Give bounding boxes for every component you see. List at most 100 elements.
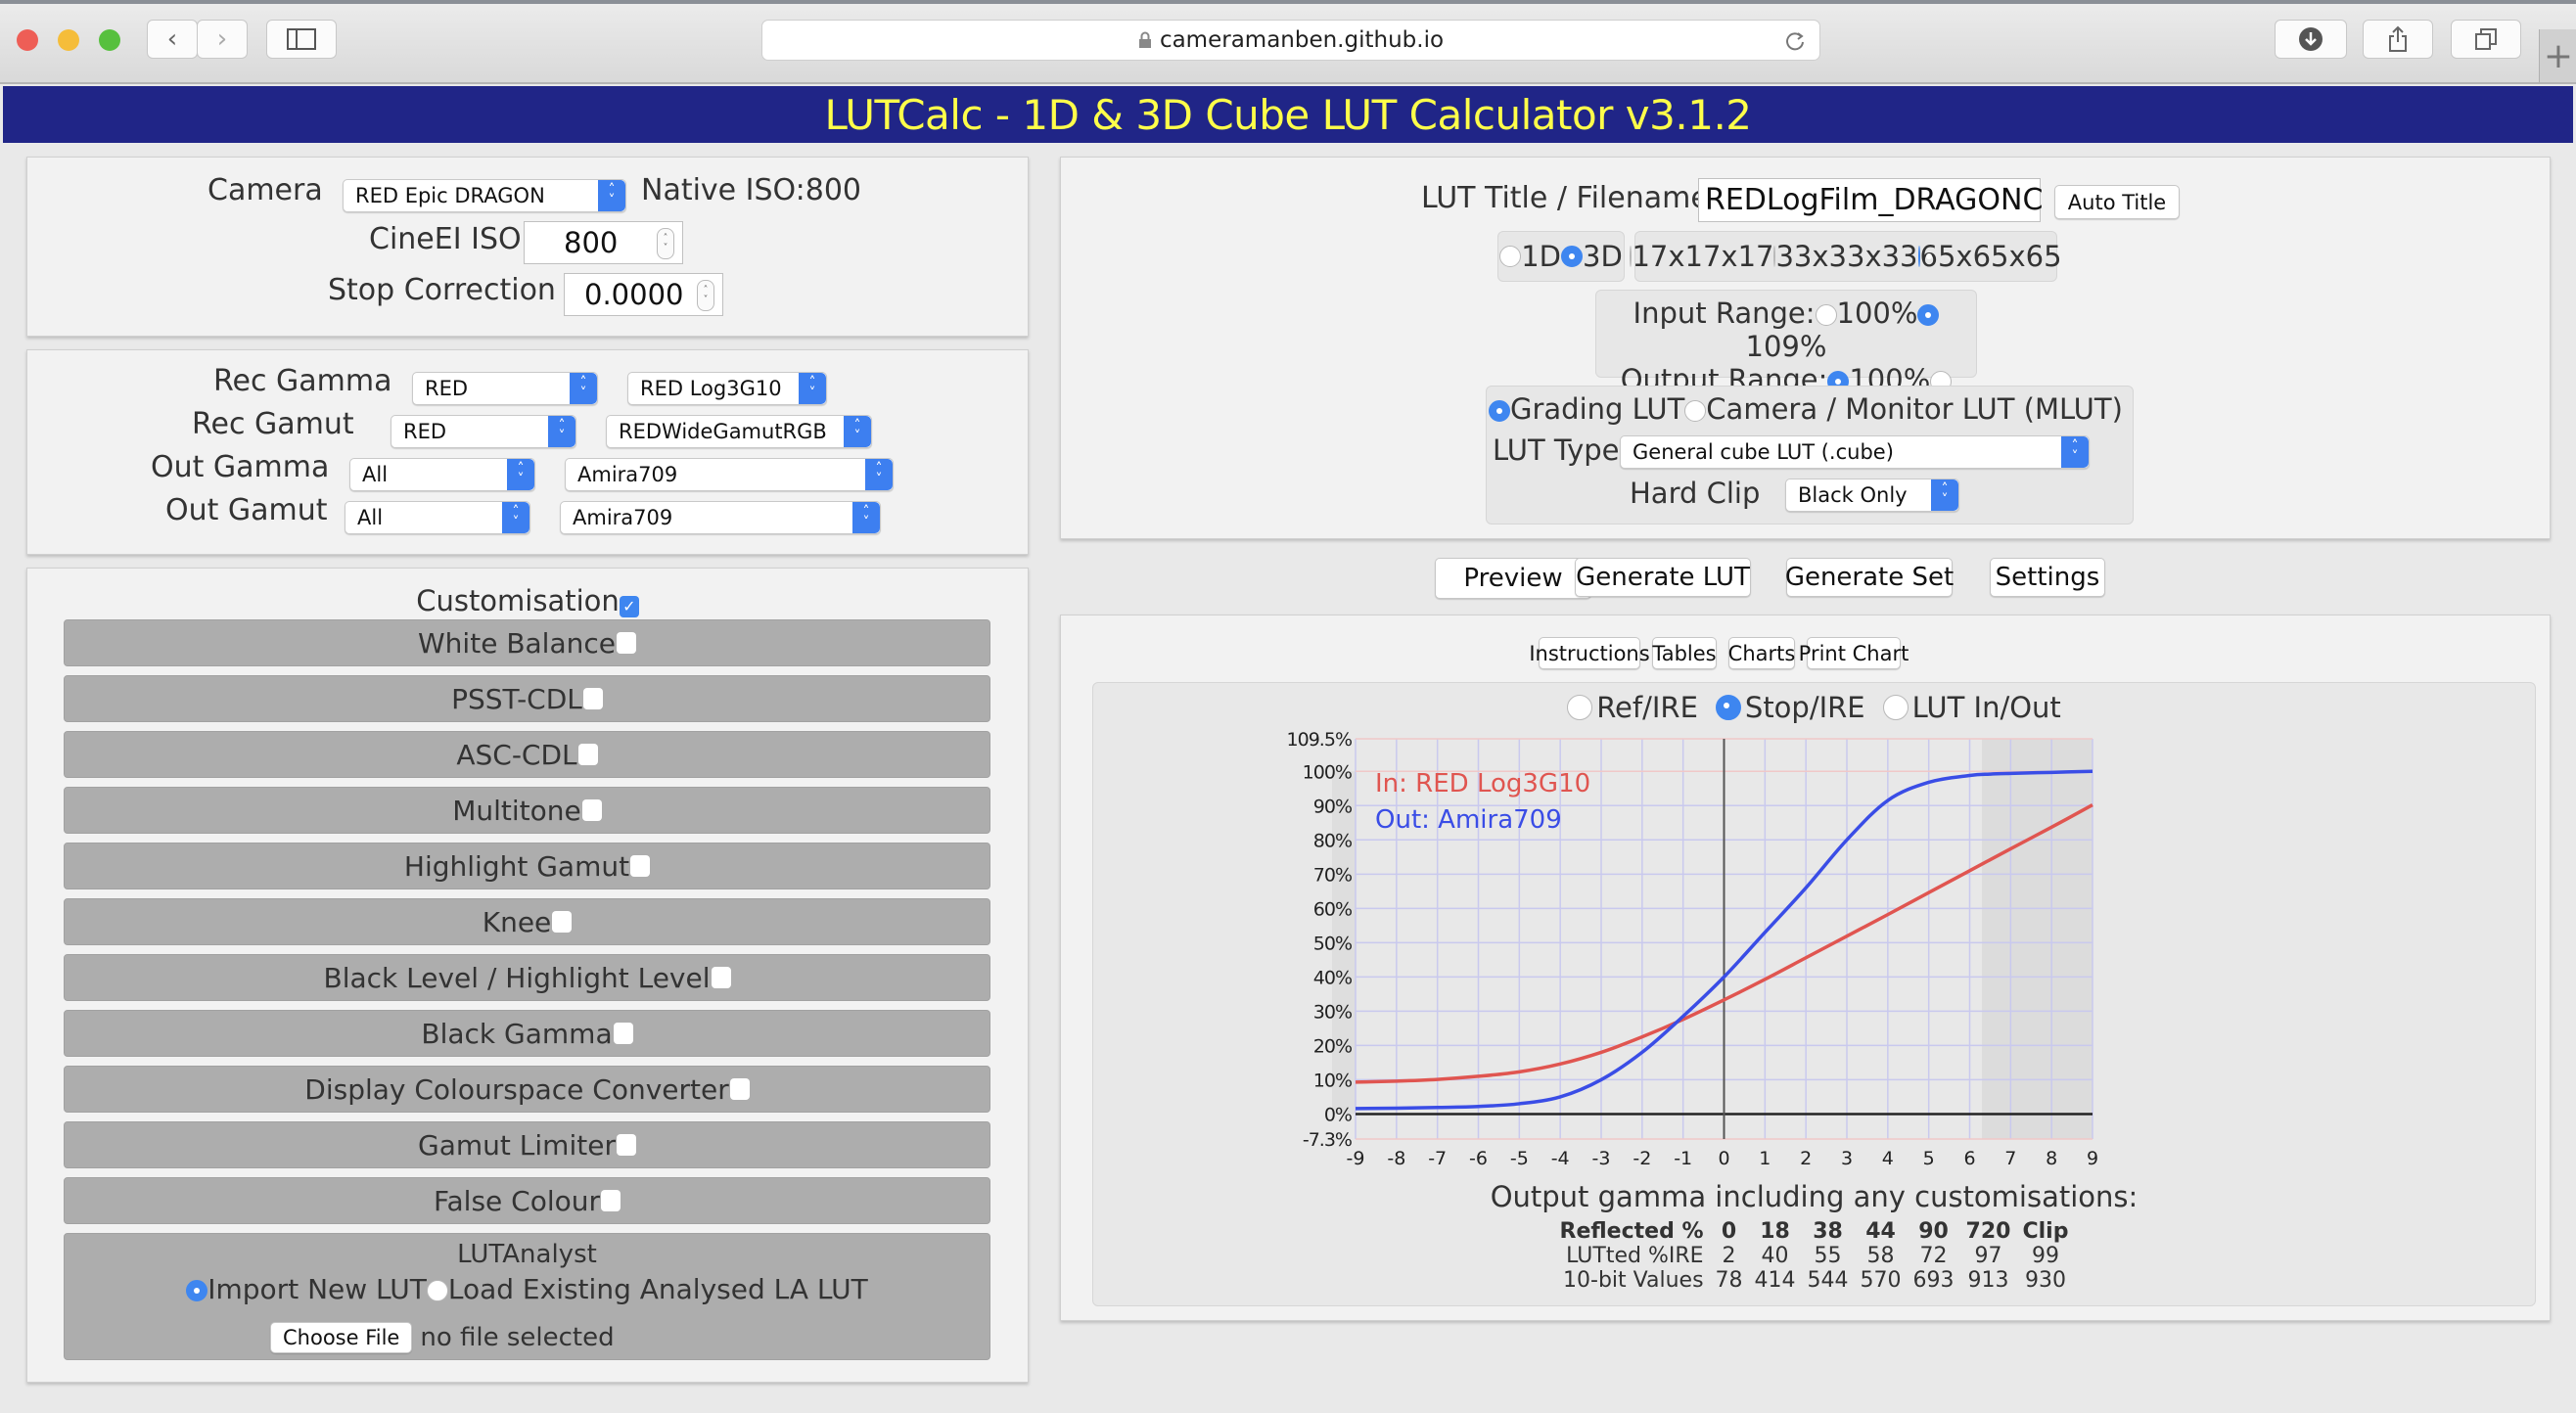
tabs-overview-button[interactable] — [2451, 20, 2521, 59]
cineei-iso-input[interactable]: 800 ˄ ˅ — [524, 221, 683, 264]
lut-type-select[interactable]: General cube LUT (.cube) ˄ ˅ — [1620, 435, 2090, 469]
range-group: Input Range:100%109% Output Range:100%10… — [1595, 290, 1977, 430]
display-colourspace-converter-checkbox[interactable] — [729, 1078, 750, 1100]
asc-cdl-checkbox[interactable] — [577, 744, 598, 765]
rec-gamut-category-select[interactable]: RED ˄ ˅ — [391, 415, 576, 448]
y-tick-label: 60% — [1313, 898, 1352, 920]
psst-cdl-checkbox[interactable] — [582, 688, 603, 709]
camera-select[interactable]: RED Epic DRAGON ˄ ˅ — [343, 179, 626, 212]
customisation-item-display-colourspace-converter[interactable]: Display Colourspace Converter — [64, 1066, 990, 1113]
new-tab-button[interactable]: + — [2539, 29, 2576, 82]
back-button[interactable]: ‹ — [147, 20, 198, 59]
input-range-100-radio[interactable] — [1815, 304, 1837, 326]
customisation-header: Customisation ✓ — [27, 584, 1028, 617]
customisation-item-highlight-gamut[interactable]: Highlight Gamut — [64, 843, 990, 889]
customisation-item-black-gamma[interactable]: Black Gamma — [64, 1010, 990, 1057]
out-gamma-category-select[interactable]: All ˄ ˅ — [349, 458, 535, 491]
option-3d-label: 3D — [1583, 240, 1623, 273]
rec-gamma-select[interactable]: RED Log3G10 ˄ ˅ — [627, 372, 827, 405]
false-colour-checkbox[interactable] — [601, 1190, 621, 1211]
address-bar[interactable]: cameramanben.github.io — [761, 20, 1820, 61]
select-arrows-icon: ˄ ˅ — [799, 373, 826, 404]
out-gamut-select[interactable]: Amira709 ˄ ˅ — [560, 501, 881, 534]
black-gamma-checkbox[interactable] — [613, 1023, 633, 1044]
camera-monitor-lut-radio[interactable] — [1684, 400, 1707, 422]
rec-gamma-category-select[interactable]: RED ˄ ˅ — [412, 372, 598, 405]
tab-instructions[interactable]: Instructions — [1529, 637, 1650, 669]
stepper-icon[interactable]: ˄ ˅ — [657, 228, 674, 259]
customisation-item-gamut-limiter[interactable]: Gamut Limiter — [64, 1121, 990, 1168]
y-tick-label: 100% — [1303, 761, 1352, 783]
gamut-limiter-checkbox[interactable] — [616, 1134, 636, 1156]
settings-button[interactable]: Settings — [1990, 558, 2105, 597]
white-balance-checkbox[interactable] — [617, 632, 636, 654]
rec-gamut-label: Rec Gamut — [192, 407, 354, 441]
output-gamma-table: Reflected % 0 18 38 44 90 720 Clip LUTte… — [1554, 1219, 2075, 1293]
lut-options-panel: LUT Title / Filename REDLogFilm_DRAGONC … — [1060, 157, 2551, 539]
file-status: no file selected — [420, 1323, 615, 1352]
forward-button[interactable]: › — [197, 20, 248, 59]
customisation-item-asc-cdl[interactable]: ASC-CDL — [64, 731, 990, 778]
minimize-window-button[interactable] — [58, 29, 79, 51]
grading-lut-radio[interactable] — [1489, 400, 1510, 422]
highlight-gamut-checkbox[interactable] — [630, 855, 651, 877]
stop-ire-radio[interactable] — [1715, 695, 1741, 720]
x-tick-label: -2 — [1633, 1148, 1651, 1169]
x-tick-label: -7 — [1428, 1148, 1447, 1169]
hard-clip-select[interactable]: Black Only ˄ ˅ — [1785, 479, 1959, 512]
stop-correction-input[interactable]: 0.0000 ˄ ˅ — [564, 273, 723, 316]
preview-button[interactable]: Preview — [1435, 558, 1591, 599]
import-new-lut-radio[interactable] — [186, 1280, 208, 1301]
auto-title-button[interactable]: Auto Title — [2054, 185, 2180, 219]
url-display: cameramanben.github.io — [762, 21, 1819, 60]
chart-container: Ref/IRE Stop/IRE LUT In/Out -9 -8 -7 -6 -5 -4… — [1092, 682, 2536, 1306]
black-highlight-level-checkbox[interactable] — [711, 967, 731, 988]
page-title: LUTCalc - 1D & 3D Cube LUT Calculator v3… — [824, 90, 1752, 139]
stepper-icon[interactable]: ˄ ˅ — [697, 280, 714, 311]
customisation-item-black-highlight-level[interactable]: Black Level / Highlight Level — [64, 954, 990, 1001]
customisation-item-knee[interactable]: Knee — [64, 898, 990, 945]
plus-icon: + — [2543, 35, 2574, 76]
x-tick-label: -9 — [1347, 1148, 1365, 1169]
tab-tables[interactable]: Tables — [1652, 637, 1717, 669]
ref-ire-label: Ref/IRE — [1596, 691, 1698, 724]
close-window-button[interactable] — [17, 29, 38, 51]
downloads-button[interactable] — [2275, 20, 2347, 59]
customisation-checkbox[interactable]: ✓ — [619, 595, 639, 617]
customisation-item-psst-cdl[interactable]: PSST-CDL — [64, 675, 990, 722]
table-cell: 55 — [1814, 1244, 1842, 1268]
item-label: Gamut Limiter — [418, 1128, 616, 1162]
multitone-checkbox[interactable] — [581, 799, 602, 821]
out-gamma-select[interactable]: Amira709 ˄ ˅ — [565, 458, 894, 491]
reload-icon[interactable] — [1784, 30, 1806, 52]
radio-1d[interactable] — [1499, 246, 1522, 267]
input-range-109-radio[interactable] — [1917, 304, 1940, 326]
customisation-item-white-balance[interactable]: White Balance — [64, 619, 990, 666]
rec-gamut-select[interactable]: REDWideGamutRGB ˄ ˅ — [606, 415, 872, 448]
generate-lut-button[interactable]: Generate LUT — [1575, 558, 1751, 597]
share-button[interactable] — [2363, 20, 2433, 59]
x-tick-label: 1 — [1759, 1148, 1771, 1169]
customisation-item-multitone[interactable]: Multitone — [64, 787, 990, 834]
out-gamut-category-select[interactable]: All ˄ ˅ — [345, 501, 530, 534]
customisation-item-false-colour[interactable]: False Colour — [64, 1177, 990, 1224]
radio-3d[interactable] — [1561, 246, 1583, 267]
ref-ire-radio[interactable] — [1567, 695, 1593, 720]
table-header-cell: 44 — [1865, 1219, 1896, 1244]
grading-lut-label: Grading LUT — [1510, 392, 1685, 426]
radio-65[interactable] — [1917, 246, 1932, 267]
lut-title-input[interactable]: REDLogFilm_DRAGONC — [1698, 178, 2043, 222]
generate-set-button[interactable]: Generate Set — [1785, 558, 1954, 597]
file-picker: Choose File no file selected — [270, 1322, 615, 1353]
tab-charts[interactable]: Charts — [1728, 637, 1795, 669]
select-value: Black Only — [1798, 483, 1908, 507]
choose-file-button[interactable]: Choose File — [270, 1322, 413, 1353]
sidebar-toggle-button[interactable] — [266, 20, 337, 59]
load-existing-la-lut-radio[interactable] — [426, 1280, 448, 1301]
knee-checkbox[interactable] — [552, 911, 573, 933]
lut-in-out-radio[interactable] — [1882, 695, 1909, 720]
tab-print-chart[interactable]: Print Chart — [1799, 637, 1909, 669]
table-cell: 693 — [1912, 1268, 1955, 1293]
table-cell: LUTted %IRE — [1566, 1244, 1704, 1268]
maximize-window-button[interactable] — [99, 29, 120, 51]
